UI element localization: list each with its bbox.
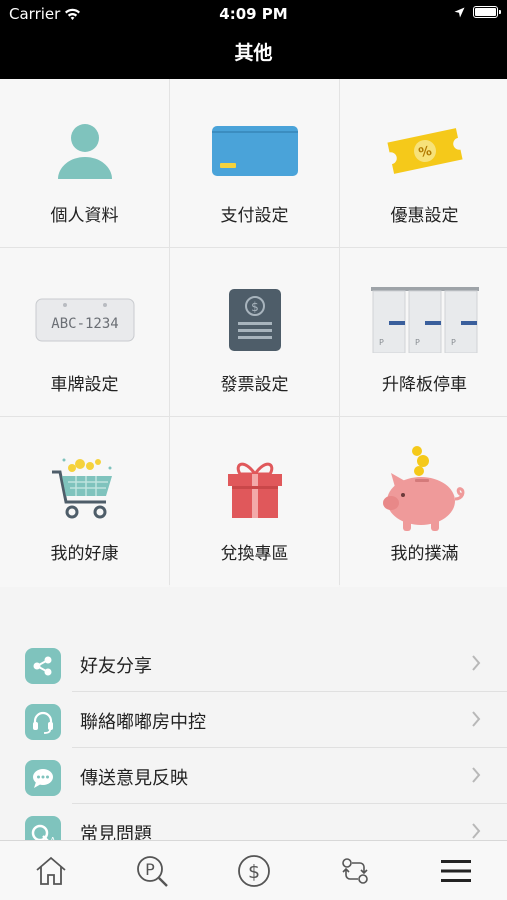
- home-icon: [36, 856, 66, 885]
- chevron-right-icon: [472, 823, 481, 839]
- list-item-feedback[interactable]: 傳送意見反映: [0, 748, 507, 804]
- chevron-right-icon: [472, 711, 481, 727]
- grid-item-label: 支付設定: [220, 206, 289, 226]
- menu-icon: [441, 859, 472, 882]
- svg-text:P: P: [451, 338, 456, 347]
- grid-item-license-plate[interactable]: ABC-1234 車牌設定: [0, 248, 169, 416]
- tab-bar: P $: [0, 840, 507, 900]
- plate-text: ABC-1234: [51, 316, 118, 332]
- list-item-contact-center[interactable]: 聯絡嘟嘟房中控: [0, 692, 507, 748]
- grid-item-profile[interactable]: 個人資料: [0, 79, 169, 247]
- status-time: 4:09 PM: [219, 5, 288, 23]
- credit-card-icon: [211, 126, 298, 176]
- screen: Carrier 4:09 PM 其他 個人資料 支付設定 % 優惠設定 ABC-…: [0, 0, 507, 900]
- headset-icon: [25, 704, 61, 740]
- lift-parking-icon: P P P: [370, 287, 479, 353]
- list-item-share-friends[interactable]: 好友分享: [0, 636, 507, 692]
- grid-item-coupon[interactable]: % 優惠設定: [340, 79, 507, 247]
- shopping-cart-icon: [51, 458, 112, 519]
- grid-item-invoice[interactable]: $ 發票設定: [170, 248, 339, 416]
- tab-home[interactable]: [0, 841, 101, 900]
- svg-text:$: $: [247, 861, 259, 883]
- tab-payment[interactable]: $: [203, 841, 304, 900]
- license-plate-icon: ABC-1234: [35, 298, 134, 342]
- tab-parking-search[interactable]: P: [101, 841, 202, 900]
- coupon-icon: %: [386, 128, 463, 174]
- grid-item-label: 我的好康: [50, 544, 119, 564]
- grid-item-label: 兌換專區: [220, 544, 289, 564]
- grid-item-label: 車牌設定: [50, 375, 119, 395]
- svg-text:P: P: [145, 860, 155, 879]
- gift-icon: [227, 462, 282, 518]
- grid-item-label: 個人資料: [50, 206, 119, 226]
- settings-list: 好友分享 聯絡嘟嘟房中控 傳送意見反映 常見問題: [0, 636, 507, 860]
- feature-grid: 個人資料 支付設定 % 優惠設定 ABC-1234 車牌設定 $ 發票設定 P …: [0, 79, 507, 587]
- share-icon: [25, 648, 61, 684]
- chat-icon: [25, 760, 61, 796]
- svg-text:P: P: [379, 338, 384, 347]
- parking-search-icon: P: [137, 855, 168, 887]
- grid-item-label: 升降板停車: [382, 375, 467, 395]
- grid-item-payment[interactable]: 支付設定: [170, 79, 339, 247]
- battery-icon: [473, 6, 501, 18]
- grid-item-redeem[interactable]: 兌換專區: [170, 417, 339, 587]
- grid-item-deals[interactable]: 我的好康: [0, 417, 169, 587]
- tab-exchange[interactable]: [304, 841, 405, 900]
- list-item-label: 傳送意見反映: [80, 768, 188, 789]
- person-icon: [57, 124, 112, 179]
- exchange-icon: [342, 857, 368, 884]
- location-arrow-icon: [454, 7, 465, 17]
- grid-item-piggy-bank[interactable]: 我的撲滿: [340, 417, 507, 587]
- grid-item-lift-parking[interactable]: P P P 升降板停車: [340, 248, 507, 416]
- grid-item-label: 發票設定: [220, 375, 289, 395]
- page-title: 其他: [234, 42, 273, 64]
- svg-text:P: P: [415, 338, 420, 347]
- invoice-icon: $: [228, 289, 281, 351]
- top-bar: Carrier 4:09 PM 其他: [0, 0, 507, 79]
- grid-item-label: 優惠設定: [390, 206, 459, 226]
- status-right: [454, 6, 501, 18]
- list-item-label: 好友分享: [80, 656, 152, 677]
- list-item-label: 聯絡嘟嘟房中控: [80, 712, 206, 733]
- dollar-icon: $: [237, 854, 270, 887]
- chevron-right-icon: [472, 655, 481, 671]
- piggy-bank-icon: [382, 446, 464, 531]
- tab-menu[interactable]: [406, 841, 507, 900]
- grid-item-label: 我的撲滿: [390, 544, 459, 564]
- svg-text:$: $: [251, 300, 259, 314]
- chevron-right-icon: [472, 767, 481, 783]
- status-bar: Carrier 4:09 PM: [0, 0, 507, 28]
